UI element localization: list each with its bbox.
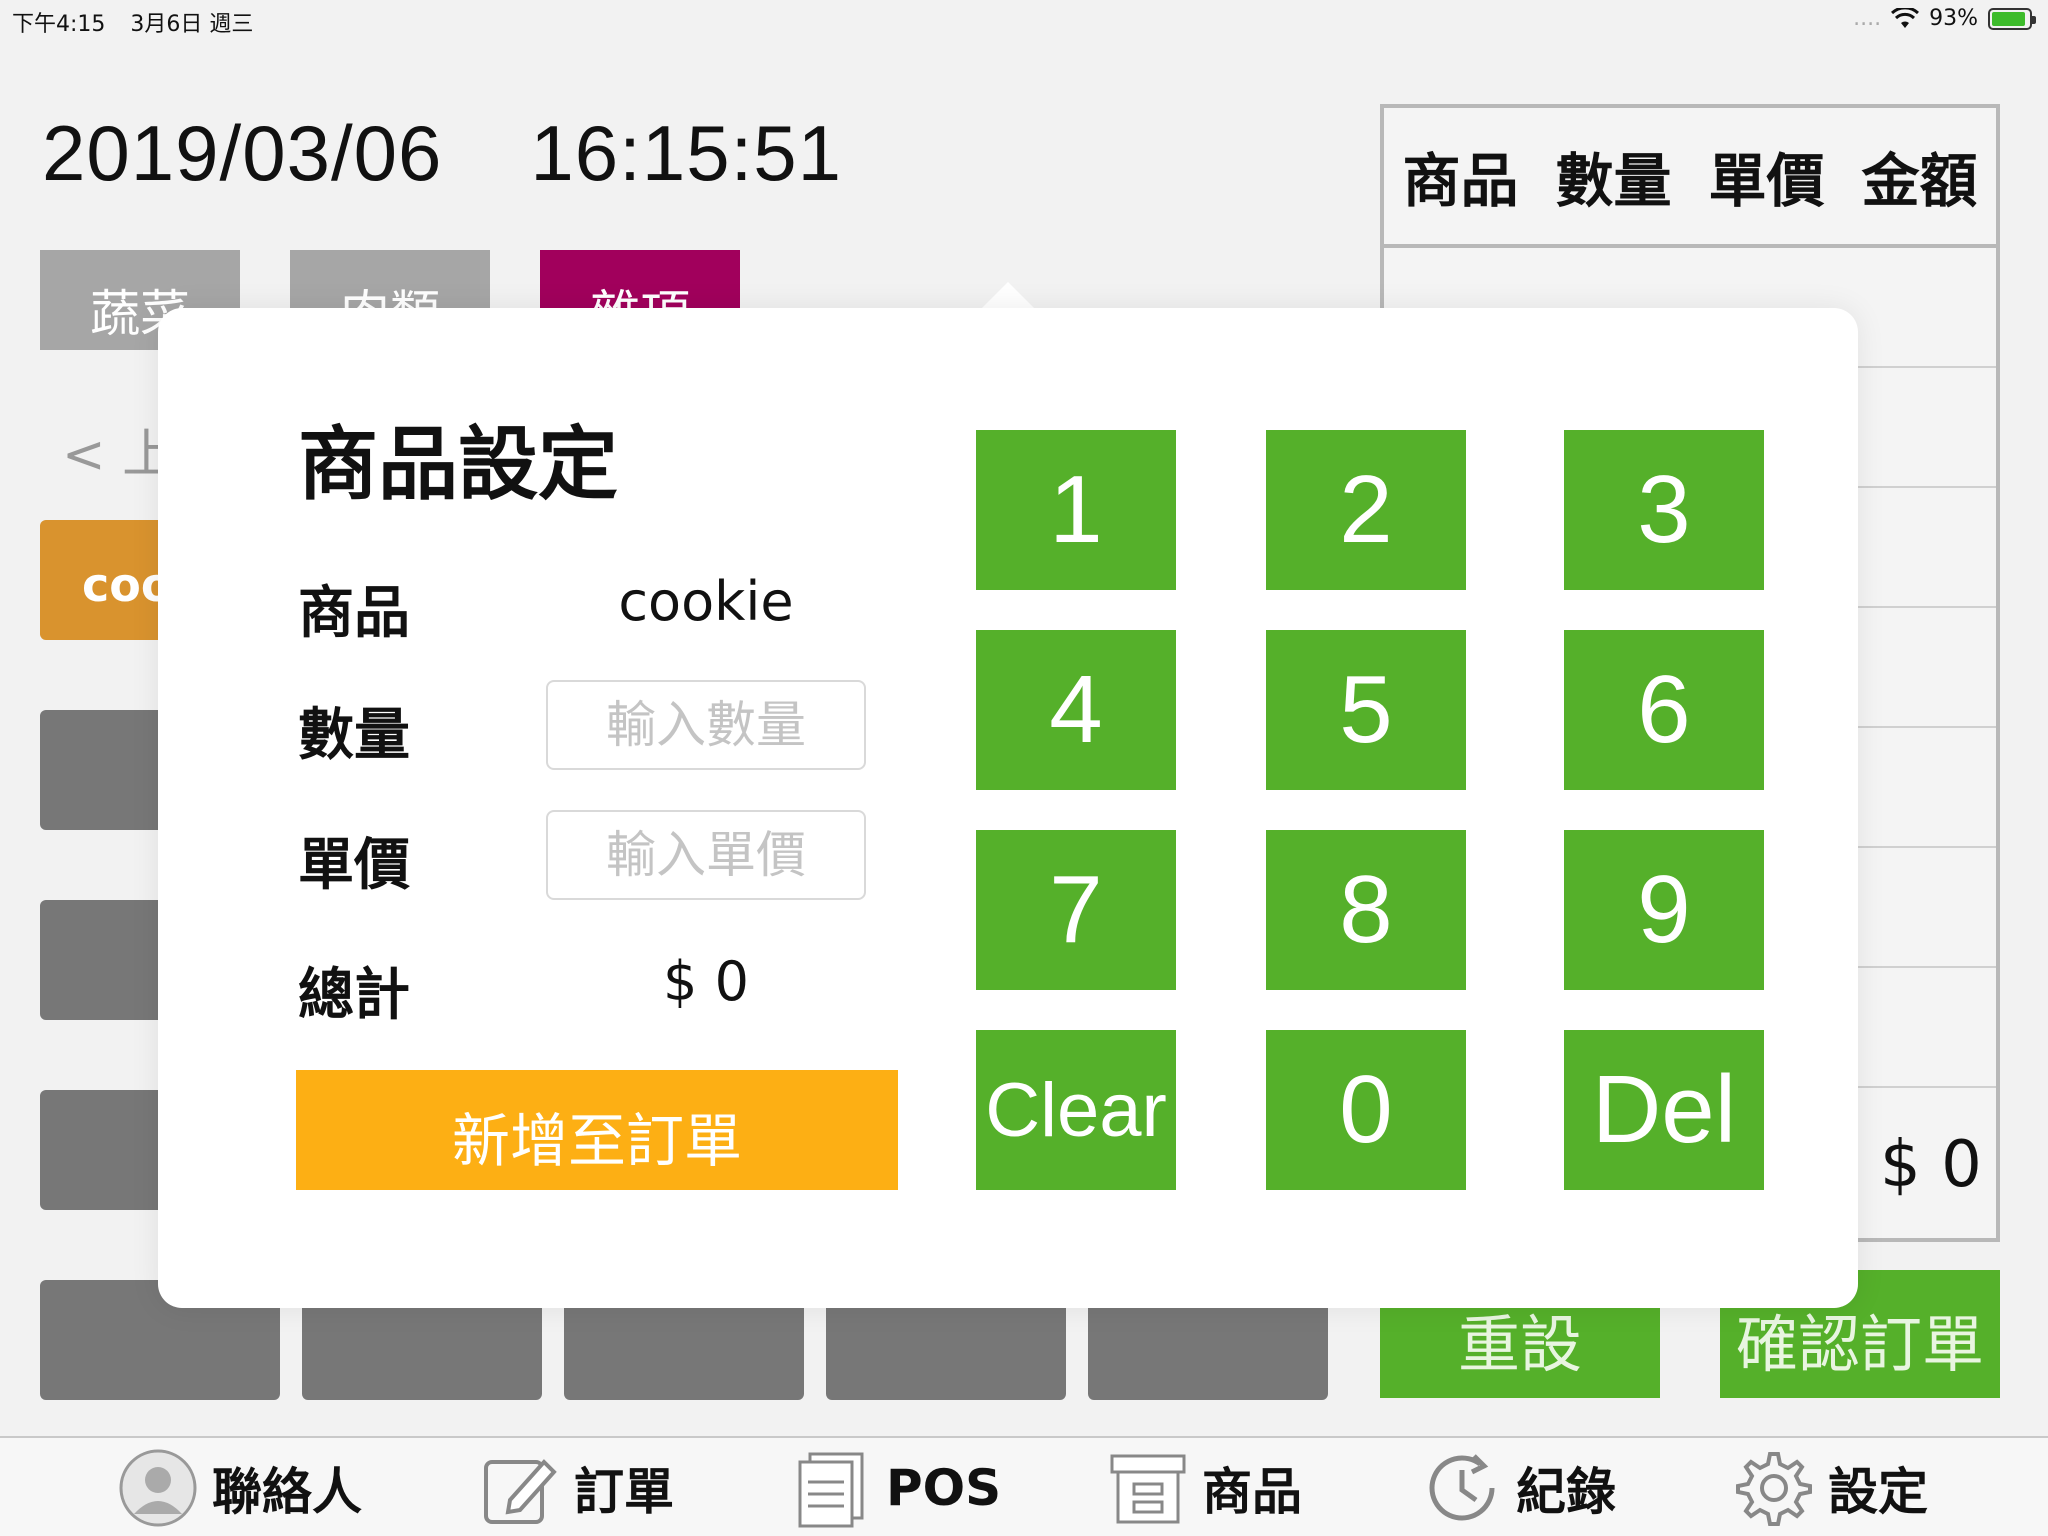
modal-title: 商品設定 (298, 418, 618, 511)
keypad-key-4[interactable]: 4 (976, 630, 1176, 790)
tab-products-label: 商品 (1202, 1463, 1302, 1521)
keypad-clear-button[interactable]: Clear (976, 1030, 1176, 1190)
tab-settings[interactable]: 設定 (1734, 1438, 1928, 1536)
tab-orders-label: 訂單 (574, 1463, 674, 1521)
keypad-key-1[interactable]: 1 (976, 430, 1176, 590)
product-value: cookie (618, 570, 794, 633)
archive-icon (1108, 1448, 1188, 1528)
column-unit-price: 單價 (1708, 147, 1825, 215)
status-bar-right: .... 93% (1853, 6, 2036, 31)
status-date: 3月6日 週三 (130, 12, 254, 37)
column-quantity: 數量 (1555, 147, 1672, 215)
tab-products[interactable]: 商品 (1108, 1438, 1302, 1536)
current-time: 16:15:51 (530, 109, 843, 197)
tab-settings-label: 設定 (1828, 1463, 1928, 1521)
tab-contacts[interactable]: 聯絡人 (118, 1438, 362, 1536)
keypad-key-5[interactable]: 5 (1266, 630, 1466, 790)
tab-orders[interactable]: 訂單 (480, 1438, 674, 1536)
signal-icon: .... (1853, 6, 1882, 31)
edit-icon (480, 1448, 560, 1528)
price-input[interactable] (546, 810, 866, 900)
quantity-label: 數量 (298, 703, 410, 768)
keypad-key-0[interactable]: 0 (1266, 1030, 1466, 1190)
quantity-input[interactable] (546, 680, 866, 770)
current-date: 2019/03/06 (42, 109, 443, 197)
header-datetime: 2019/03/06 16:15:51 (42, 108, 930, 199)
clock-icon (1422, 1448, 1502, 1528)
tab-pos[interactable]: POS (792, 1438, 1001, 1536)
battery-percent: 93% (1929, 6, 1978, 31)
keypad-key-2[interactable]: 2 (1266, 430, 1466, 590)
tab-history[interactable]: 紀錄 (1422, 1438, 1616, 1536)
status-time: 下午4:15 (12, 12, 106, 37)
tab-history-label: 紀錄 (1516, 1463, 1616, 1521)
keypad-key-9[interactable]: 9 (1564, 830, 1764, 990)
order-total: $ 0 (1880, 1128, 1982, 1202)
total-label: 總計 (298, 963, 410, 1028)
keypad-key-6[interactable]: 6 (1564, 630, 1764, 790)
popover-arrow (980, 282, 1036, 310)
wifi-icon (1891, 7, 1920, 28)
add-to-order-button[interactable]: 新增至訂單 (296, 1070, 898, 1190)
keypad-delete-button[interactable]: Del (1564, 1030, 1764, 1190)
total-value: $ 0 (663, 950, 749, 1013)
column-product: 商品 (1402, 147, 1519, 215)
keypad-key-7[interactable]: 7 (976, 830, 1176, 990)
document-icon (792, 1448, 872, 1528)
keypad-key-8[interactable]: 8 (1266, 830, 1466, 990)
status-bar-left: 下午4:15 3月6日 週三 (12, 6, 271, 38)
contact-icon (118, 1448, 198, 1528)
tab-contacts-label: 聯絡人 (212, 1463, 362, 1521)
bottom-tab-bar: 聯絡人 訂單 POS 商品 紀錄 設定 (0, 1436, 2048, 1536)
gear-icon (1734, 1448, 1814, 1528)
product-label: 商品 (298, 581, 410, 646)
price-label: 單價 (298, 833, 410, 898)
order-table-header: 商品 數量 單價 金額 (1384, 108, 1996, 248)
keypad-key-3[interactable]: 3 (1564, 430, 1764, 590)
column-amount: 金額 (1861, 147, 1978, 215)
battery-icon (1988, 7, 2036, 30)
tab-pos-label: POS (886, 1459, 1002, 1517)
